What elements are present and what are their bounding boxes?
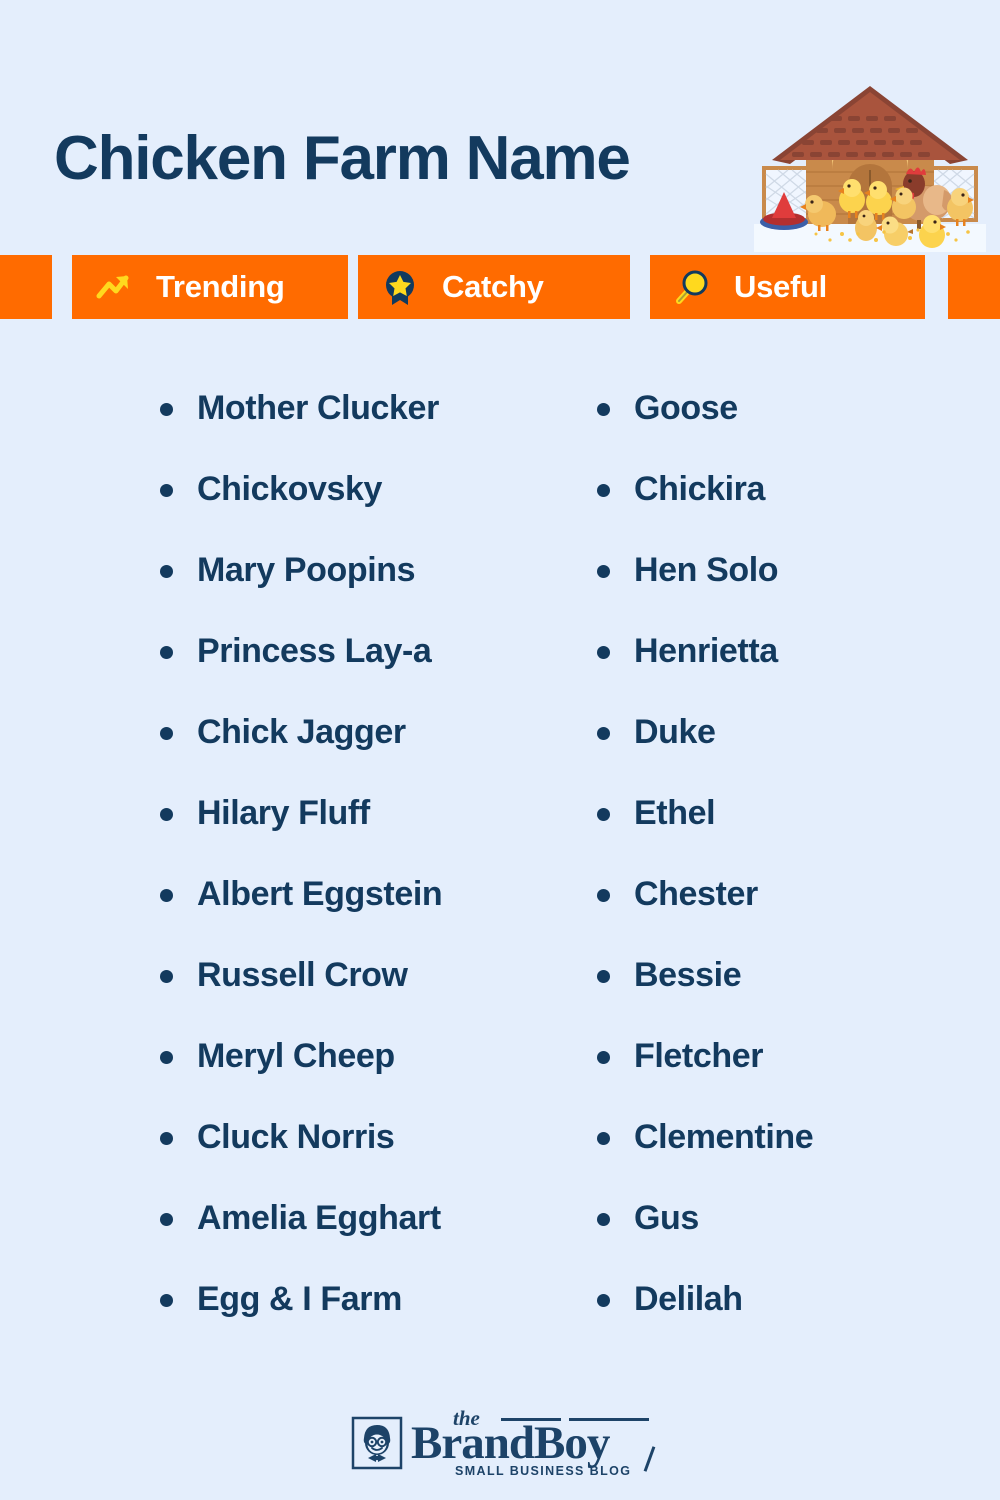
list-item[interactable]: Russell Crow — [160, 956, 590, 1037]
list-item-label: Gus — [634, 1199, 699, 1237]
page-title: Chicken Farm Name — [54, 124, 631, 193]
list-item[interactable]: Albert Eggstein — [160, 875, 590, 956]
list-item[interactable]: Bessie — [597, 956, 987, 1037]
page-header: Chicken Farm Name — [0, 0, 1000, 252]
bullet-icon — [160, 970, 173, 983]
badge-bar: Trending Catchy Useful — [0, 255, 1000, 319]
bullet-icon — [597, 1213, 610, 1226]
list-item-label: Amelia Egghart — [197, 1199, 441, 1237]
list-item-label: Clementine — [634, 1118, 814, 1156]
list-item-label: Cluck Norris — [197, 1118, 395, 1156]
list-item-label: Goose — [634, 389, 738, 427]
badge-catchy-label: Catchy — [442, 269, 544, 304]
list-item[interactable]: Gus — [597, 1199, 987, 1280]
badge-bar-right-accent — [948, 255, 1000, 319]
bullet-icon — [160, 727, 173, 740]
bullet-icon — [160, 646, 173, 659]
list-item[interactable]: Mother Clucker — [160, 389, 590, 470]
list-item[interactable]: Mary Poopins — [160, 551, 590, 632]
bullet-icon — [160, 484, 173, 497]
name-list-right-column: Goose Chickira Hen Solo Henrietta Duke E… — [597, 389, 987, 1361]
list-item[interactable]: Amelia Egghart — [160, 1199, 590, 1280]
bullet-icon — [597, 1051, 610, 1064]
list-item[interactable]: Ethel — [597, 794, 987, 875]
list-item-label: Mary Poopins — [197, 551, 416, 589]
brandboy-wordmark: the BrandBoy SMALL BUSINESS BLOG — [411, 1408, 656, 1478]
bullet-icon — [597, 727, 610, 740]
bullet-icon — [160, 403, 173, 416]
award-ribbon-star-icon — [386, 271, 414, 305]
bullet-icon — [597, 403, 610, 416]
list-item[interactable]: Hen Solo — [597, 551, 987, 632]
list-item[interactable]: Delilah — [597, 1280, 987, 1361]
trending-up-arrow-icon — [96, 275, 129, 299]
magnifying-glass-icon — [676, 270, 708, 304]
list-item[interactable]: Goose — [597, 389, 987, 470]
list-item[interactable]: Chester — [597, 875, 987, 956]
badge-trending-label: Trending — [156, 269, 285, 304]
list-item[interactable]: Cluck Norris — [160, 1118, 590, 1199]
badge-useful[interactable]: Useful — [650, 255, 925, 319]
list-item[interactable]: Chickovsky — [160, 470, 590, 551]
bullet-icon — [597, 1294, 610, 1307]
list-item-label: Chickira — [634, 470, 765, 508]
bullet-icon — [160, 1213, 173, 1226]
bullet-icon — [160, 1294, 173, 1307]
list-item-label: Duke — [634, 713, 716, 751]
list-item-label: Russell Crow — [197, 956, 408, 994]
badge-trending[interactable]: Trending — [72, 255, 348, 319]
list-item-label: Albert Eggstein — [197, 875, 443, 913]
bullet-icon — [597, 1132, 610, 1145]
bullet-icon — [160, 1051, 173, 1064]
list-item-label: Hilary Fluff — [197, 794, 370, 832]
list-item[interactable]: Meryl Cheep — [160, 1037, 590, 1118]
list-item-label: Egg & I Farm — [197, 1280, 402, 1318]
logo-brand-text: BrandBoy — [411, 1417, 610, 1469]
bullet-icon — [160, 1132, 173, 1145]
list-item[interactable]: Duke — [597, 713, 987, 794]
list-item-label: Fletcher — [634, 1037, 764, 1075]
badge-useful-label: Useful — [734, 269, 827, 304]
bullet-icon — [160, 565, 173, 578]
list-item[interactable]: Fletcher — [597, 1037, 987, 1118]
list-item-label: Hen Solo — [634, 551, 779, 589]
chicken-coop-illustration — [754, 86, 986, 252]
logo-slash-accent — [643, 1446, 656, 1472]
list-item[interactable]: Egg & I Farm — [160, 1280, 590, 1361]
bullet-icon — [597, 889, 610, 902]
bullet-icon — [160, 808, 173, 821]
bullet-icon — [597, 808, 610, 821]
bullet-icon — [597, 484, 610, 497]
bullet-icon — [597, 646, 610, 659]
list-item-label: Henrietta — [634, 632, 778, 670]
page-footer: the BrandBoy SMALL BUSINESS BLOG — [0, 1408, 1000, 1478]
list-item-label: Chick Jagger — [197, 713, 406, 751]
bullet-icon — [160, 889, 173, 902]
logo-tagline: SMALL BUSINESS BLOG — [455, 1464, 632, 1478]
bullet-icon — [597, 565, 610, 578]
list-item[interactable]: Clementine — [597, 1118, 987, 1199]
list-item-label: Bessie — [634, 956, 742, 994]
badge-catchy[interactable]: Catchy — [358, 255, 630, 319]
list-item[interactable]: Henrietta — [597, 632, 987, 713]
name-list-left-column: Mother Clucker Chickovsky Mary Poopins P… — [160, 389, 590, 1361]
list-item-label: Chickovsky — [197, 470, 382, 508]
list-item-label: Chester — [634, 875, 758, 913]
list-item-label: Delilah — [634, 1280, 743, 1318]
bullet-icon — [597, 970, 610, 983]
list-item[interactable]: Princess Lay-a — [160, 632, 590, 713]
list-item-label: Mother Clucker — [197, 389, 439, 427]
list-item[interactable]: Chickira — [597, 470, 987, 551]
list-item-label: Princess Lay-a — [197, 632, 432, 670]
list-item[interactable]: Chick Jagger — [160, 713, 590, 794]
list-item-label: Meryl Cheep — [197, 1037, 395, 1075]
list-item[interactable]: Hilary Fluff — [160, 794, 590, 875]
brandboy-logo[interactable]: the BrandBoy SMALL BUSINESS BLOG — [351, 1408, 656, 1478]
list-item-label: Ethel — [634, 794, 716, 832]
badge-bar-left-accent — [0, 255, 52, 319]
brandboy-face-icon — [351, 1416, 403, 1470]
